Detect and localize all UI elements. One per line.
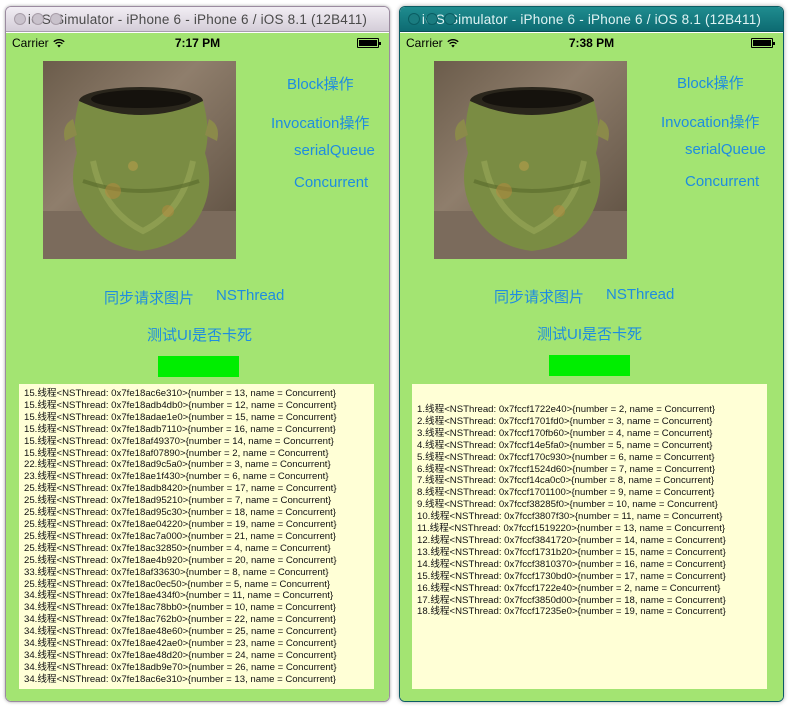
log-line: 12.线程<NSThread: 0x7fccf3841720>{number =…: [417, 534, 726, 546]
close-window-button[interactable]: [408, 13, 420, 25]
log-line: 25.线程<NSThread: 0x7fe18adb8420>{number =…: [24, 483, 337, 495]
log-line: 25.线程<NSThread: 0x7fe18ad95c30>{number =…: [24, 507, 336, 519]
log-line: 25.线程<NSThread: 0x7fe18ae04220>{number =…: [24, 518, 337, 530]
block-operation-button[interactable]: Block操作: [287, 73, 354, 94]
green-indicator-view: [549, 355, 630, 376]
log-line: 2.线程<NSThread: 0x7fccf1701fd0>{number = …: [417, 415, 713, 427]
log-line: 9.线程<NSThread: 0x7fccf38285f0>{number = …: [417, 499, 718, 511]
log-line: 34.线程<NSThread: 0x7fe18ae48d20>{number =…: [24, 649, 337, 661]
log-line: 7.线程<NSThread: 0x7fccf14ca0c0>{number = …: [417, 475, 715, 487]
log-line: 15.线程<NSThread: 0x7fe18adb4db0>{number =…: [24, 399, 337, 411]
log-line: 11.线程<NSThread: 0x7fccf1519220>{number =…: [417, 523, 726, 535]
log-line: 13.线程<NSThread: 0x7fccf1731b20>{number =…: [417, 546, 726, 558]
vase-image: [43, 61, 236, 259]
log-line: 23.线程<NSThread: 0x7fe18ae1f430>{number =…: [24, 471, 329, 483]
serial-queue-button[interactable]: serialQueue: [685, 141, 766, 158]
device-screen: Carrier 7:17 PM Block操作 Invocation操作 ser…: [6, 33, 389, 701]
vase-image: [434, 61, 627, 259]
log-line: 5.线程<NSThread: 0x7fccf170c930>{number = …: [417, 451, 715, 463]
status-time: 7:17 PM: [174, 36, 221, 50]
log-line: 15.线程<NSThread: 0x7fe18af07890>{number =…: [24, 447, 329, 459]
window-controls: [408, 13, 456, 25]
log-line: 8.线程<NSThread: 0x7fccf1701100>{number = …: [417, 487, 715, 499]
sync-request-image-button[interactable]: 同步请求图片: [494, 286, 584, 307]
invocation-operation-button[interactable]: Invocation操作: [661, 111, 759, 132]
simulator-window-left: iOS Simulator - iPhone 6 - iPhone 6 / iO…: [5, 6, 390, 702]
close-window-button[interactable]: [14, 13, 26, 25]
log-line: 34.线程<NSThread: 0x7fe18ac762b0>{number =…: [24, 614, 336, 626]
minimize-window-button[interactable]: [426, 13, 438, 25]
log-line: 15.线程<NSThread: 0x7fe18adb7110>{number =…: [24, 423, 336, 435]
zoom-window-button[interactable]: [50, 13, 62, 25]
log-line: 25.线程<NSThread: 0x7fe18ad95210>{number =…: [24, 495, 332, 507]
log-line: 34.线程<NSThread: 0x7fe18ae434f0>{number =…: [24, 590, 334, 602]
log-text-view[interactable]: 15.线程<NSThread: 0x7fe18ac6e310>{number =…: [19, 384, 374, 689]
log-line: 34.线程<NSThread: 0x7fe18ae42ae0>{number =…: [24, 638, 337, 650]
log-line: 25.线程<NSThread: 0x7fe18ac7a000>{number =…: [24, 530, 336, 542]
log-line: 25.线程<NSThread: 0x7fe18ac0ec50>{number =…: [24, 578, 331, 590]
status-bar: Carrier 7:17 PM: [6, 33, 389, 53]
log-line: 16.线程<NSThread: 0x7fccf1722e40>{number =…: [417, 582, 721, 594]
status-time: 7:38 PM: [568, 36, 615, 50]
log-line: 15.线程<NSThread: 0x7fe18ac6e310>{number =…: [24, 388, 336, 399]
window-controls: [14, 13, 62, 25]
log-line: 18.线程<NSThread: 0x7fccf17235e0>{number =…: [417, 606, 726, 618]
concurrent-button[interactable]: Concurrent: [294, 174, 368, 191]
log-line: 15.线程<NSThread: 0x7fccf1730bd0>{number =…: [417, 570, 726, 582]
window-titlebar[interactable]: iOS Simulator - iPhone 6 - iPhone 6 / iO…: [6, 7, 389, 32]
log-line: 25.线程<NSThread: 0x7fe18ac32850>{number =…: [24, 542, 331, 554]
invocation-operation-button[interactable]: Invocation操作: [271, 112, 369, 133]
log-line: 15.线程<NSThread: 0x7fe18adae1e0>{number =…: [24, 411, 337, 423]
log-line: 25.线程<NSThread: 0x7fe18ae4b920>{number =…: [24, 554, 337, 566]
log-line: 34.线程<NSThread: 0x7fe18ac6e310>{number =…: [24, 673, 336, 685]
log-line: 34.线程<NSThread: 0x7fe18ae48e60>{number =…: [24, 626, 337, 638]
serial-queue-button[interactable]: serialQueue: [294, 142, 375, 159]
log-line: 4.线程<NSThread: 0x7fccf14e5fa0>{number = …: [417, 439, 713, 451]
concurrent-button[interactable]: Concurrent: [685, 173, 759, 190]
window-title: iOS Simulator - iPhone 6 - iPhone 6 / iO…: [27, 11, 368, 27]
status-bar: Carrier 7:38 PM: [400, 33, 783, 53]
minimize-window-button[interactable]: [32, 13, 44, 25]
battery-icon: [357, 38, 381, 48]
log-line: 10.线程<NSThread: 0x7fccf3807f30>{number =…: [417, 511, 723, 523]
green-indicator-view: [158, 356, 239, 377]
log-line: 33.线程<NSThread: 0x7fe18af33630>{number =…: [24, 566, 329, 578]
nsthread-button[interactable]: NSThread: [606, 286, 674, 303]
log-line: 34.线程<NSThread: 0x7fe18adb9e70>{number =…: [24, 661, 337, 673]
zoom-window-button[interactable]: [444, 13, 456, 25]
log-line: 34.线程<NSThread: 0x7fe18ac78bb0>{number =…: [24, 602, 336, 614]
test-ui-frozen-button[interactable]: 测试UI是否卡死: [147, 324, 252, 345]
window-title: iOS Simulator - iPhone 6 - iPhone 6 / iO…: [421, 11, 762, 27]
log-line: 1.线程<NSThread: 0x7fccf1722e40>{number = …: [417, 404, 716, 415]
battery-icon: [751, 38, 775, 48]
sync-request-image-button[interactable]: 同步请求图片: [104, 287, 194, 308]
test-ui-frozen-button[interactable]: 测试UI是否卡死: [537, 323, 642, 344]
simulator-window-right: iOS Simulator - iPhone 6 - iPhone 6 / iO…: [399, 6, 784, 702]
log-line: 14.线程<NSThread: 0x7fccf3810370>{number =…: [417, 558, 726, 570]
device-screen: Carrier 7:38 PM Block操作 Invocation操作 ser…: [400, 33, 783, 701]
log-line: 22.线程<NSThread: 0x7fe18ad9c5a0>{number =…: [24, 459, 331, 471]
log-text-view[interactable]: 1.线程<NSThread: 0x7fccf1722e40>{number = …: [412, 384, 767, 689]
log-line: 17.线程<NSThread: 0x7fccf3850d00>{number =…: [417, 594, 726, 606]
log-line: 3.线程<NSThread: 0x7fccf170fb60>{number = …: [417, 427, 713, 439]
nsthread-button[interactable]: NSThread: [216, 287, 284, 304]
block-operation-button[interactable]: Block操作: [677, 72, 744, 93]
log-line: 6.线程<NSThread: 0x7fccf1524d60>{number = …: [417, 463, 716, 475]
window-titlebar[interactable]: iOS Simulator - iPhone 6 - iPhone 6 / iO…: [400, 7, 783, 32]
log-line: 15.线程<NSThread: 0x7fe18af49370>{number =…: [24, 435, 334, 447]
